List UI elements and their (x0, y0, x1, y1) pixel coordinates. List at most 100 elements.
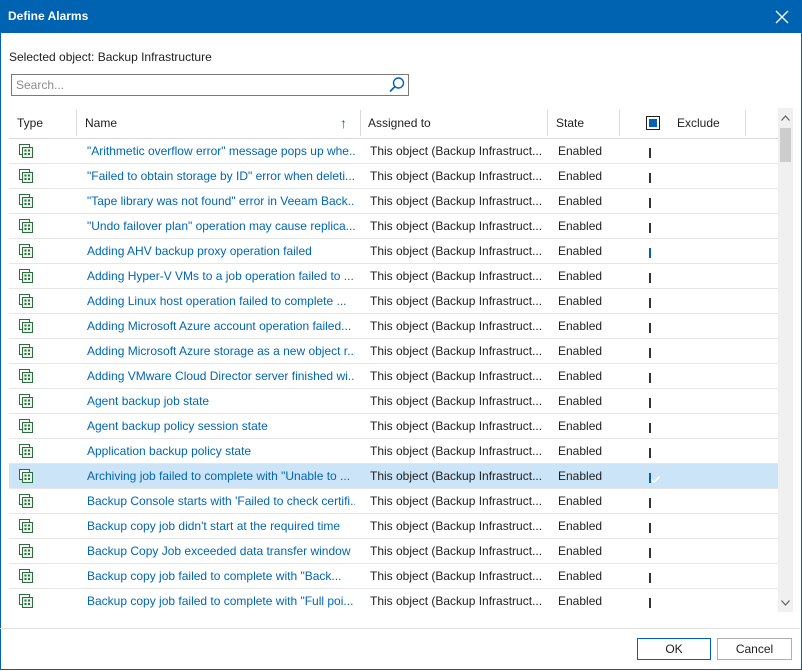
alarm-icon (17, 567, 37, 585)
column-assigned[interactable]: Assigned to (368, 108, 431, 138)
sort-ascending-icon[interactable]: ↑ (340, 108, 347, 138)
column-state[interactable]: State (556, 108, 584, 138)
exclude-checkbox[interactable] (649, 319, 663, 333)
assigned-to-value: This object (Backup Infrastruct... (370, 364, 548, 388)
column-type[interactable]: Type (17, 108, 43, 138)
alarm-icon (17, 367, 37, 385)
alarm-name-link[interactable]: "Arithmetic overflow error" message pops… (87, 139, 355, 163)
table-row[interactable]: Adding Hyper-V VMs to a job operation fa… (9, 264, 778, 289)
alarm-name-link[interactable]: Adding VMware Cloud Director server fini… (87, 364, 355, 388)
column-exclude[interactable]: Exclude (677, 108, 720, 138)
state-value: Enabled (558, 239, 628, 263)
table-row[interactable]: Backup copy job failed to complete with … (9, 564, 778, 589)
state-value: Enabled (558, 414, 628, 438)
alarm-name-link[interactable]: "Undo failover plan" operation may cause… (87, 214, 355, 238)
alarm-name-link[interactable]: "Tape library was not found" error in Ve… (87, 189, 355, 213)
exclude-checkbox[interactable] (649, 419, 663, 433)
table-row[interactable]: Adding AHV backup proxy operation failed… (9, 239, 778, 264)
table-row[interactable]: Backup copy job failed to complete with … (9, 589, 778, 612)
column-divider[interactable] (76, 110, 77, 136)
scroll-down-icon[interactable] (778, 595, 793, 610)
scroll-up-icon[interactable] (778, 110, 793, 125)
column-divider[interactable] (360, 110, 361, 136)
table-row[interactable]: Agent backup policy session state This ob… (9, 414, 778, 439)
alarm-icon (17, 467, 37, 485)
table-row[interactable]: Backup copy job didn't start at the requ… (9, 514, 778, 539)
alarm-name-link[interactable]: Adding Linux host operation failed to co… (87, 289, 355, 313)
exclude-checkbox[interactable] (649, 269, 663, 283)
exclude-checkbox[interactable] (649, 594, 663, 608)
column-divider[interactable] (547, 110, 548, 136)
search-box[interactable] (11, 74, 409, 96)
alarm-name-link[interactable]: Adding Microsoft Azure storage as a new … (87, 339, 355, 363)
exclude-checkbox[interactable] (649, 294, 663, 308)
exclude-checkbox[interactable] (649, 494, 663, 508)
exclude-checkbox[interactable] (649, 169, 663, 183)
alarm-icon (17, 442, 37, 460)
assigned-to-value: This object (Backup Infrastruct... (370, 514, 548, 538)
table-row[interactable]: Application backup policy stateThis obje… (9, 439, 778, 464)
alarm-icon (17, 342, 37, 360)
exclude-checkbox[interactable] (649, 519, 663, 533)
table-row[interactable]: "Failed to obtain storage by ID" error w… (9, 164, 778, 189)
column-name[interactable]: Name (85, 108, 117, 138)
alarm-name-link[interactable]: Agent backup job state (87, 389, 355, 413)
exclude-checkbox[interactable] (649, 569, 663, 583)
assigned-to-value: This object (Backup Infrastruct... (370, 264, 548, 288)
alarm-name-link[interactable]: Backup Copy Job exceeded data transfer w… (87, 539, 355, 563)
table-row[interactable]: Adding Microsoft Azure account operation… (9, 314, 778, 339)
close-icon[interactable] (770, 5, 794, 29)
alarm-name-link[interactable]: Adding Microsoft Azure account operation… (87, 314, 355, 338)
table-row[interactable]: Adding Microsoft Azure storage as a new … (9, 339, 778, 364)
state-value: Enabled (558, 139, 628, 163)
ok-button[interactable]: OK (637, 638, 711, 660)
table-row[interactable]: Agent backup job stateThis object (Backu… (9, 389, 778, 414)
exclude-checkbox[interactable] (649, 444, 663, 458)
table-row[interactable]: Adding VMware Cloud Director server fini… (9, 364, 778, 389)
assigned-to-value: This object (Backup Infrastruct... (370, 489, 548, 513)
exclude-checkbox[interactable] (649, 394, 663, 408)
table-row[interactable]: Archiving job failed to complete with "U… (9, 464, 778, 489)
table-row[interactable]: "Undo failover plan" operation may cause… (9, 214, 778, 239)
exclude-checkbox[interactable] (649, 469, 663, 483)
exclude-checkbox[interactable] (649, 194, 663, 208)
alarm-name-link[interactable]: Adding Hyper-V VMs to a job operation fa… (87, 264, 355, 288)
exclude-checkbox[interactable] (649, 544, 663, 558)
exclude-checkbox[interactable] (649, 369, 663, 383)
alarm-name-link[interactable]: Backup copy job failed to complete with … (87, 589, 355, 612)
exclude-checkbox[interactable] (649, 144, 663, 158)
exclude-checkbox[interactable] (649, 219, 663, 233)
alarm-name-link[interactable]: Backup Console starts with 'Failed to ch… (87, 489, 355, 513)
alarm-name-link[interactable]: "Failed to obtain storage by ID" error w… (87, 164, 355, 188)
alarm-icon (17, 392, 37, 410)
alarm-name-link[interactable]: Application backup policy state (87, 439, 355, 463)
alarm-name-link[interactable]: Agent backup policy session state (87, 414, 355, 438)
exclude-checkbox[interactable] (649, 244, 663, 258)
table-row[interactable]: "Tape library was not found" error in Ve… (9, 189, 778, 214)
assigned-to-value: This object (Backup Infrastruct... (370, 464, 548, 488)
alarm-icon (17, 542, 37, 560)
assigned-to-value: This object (Backup Infrastruct... (370, 414, 548, 438)
alarm-name-link[interactable]: Archiving job failed to complete with "U… (87, 464, 355, 488)
alarm-name-link[interactable]: Backup copy job failed to complete with … (87, 564, 355, 588)
table-row[interactable]: Adding Linux host operation failed to co… (9, 289, 778, 314)
vertical-scrollbar[interactable] (778, 108, 793, 612)
alarm-icon (17, 142, 37, 160)
table-row[interactable]: "Arithmetic overflow error" message pops… (9, 139, 778, 164)
exclude-checkbox[interactable] (649, 344, 663, 358)
assigned-to-value: This object (Backup Infrastruct... (370, 339, 548, 363)
scroll-thumb[interactable] (780, 128, 791, 162)
search-input[interactable] (16, 77, 376, 93)
table-row[interactable]: Backup Console starts with 'Failed to ch… (9, 489, 778, 514)
cancel-button[interactable]: Cancel (717, 638, 792, 660)
alarm-icon (17, 192, 37, 210)
search-icon[interactable] (388, 76, 406, 94)
column-divider[interactable] (745, 110, 746, 136)
alarm-name-link[interactable]: Adding AHV backup proxy operation failed (87, 239, 355, 263)
title-bar: Define Alarms (0, 0, 802, 33)
column-divider[interactable] (619, 110, 620, 136)
table-row[interactable]: Backup Copy Job exceeded data transfer w… (9, 539, 778, 564)
state-value: Enabled (558, 589, 628, 612)
select-all-checkbox[interactable] (646, 116, 660, 130)
alarm-name-link[interactable]: Backup copy job didn't start at the requ… (87, 514, 355, 538)
